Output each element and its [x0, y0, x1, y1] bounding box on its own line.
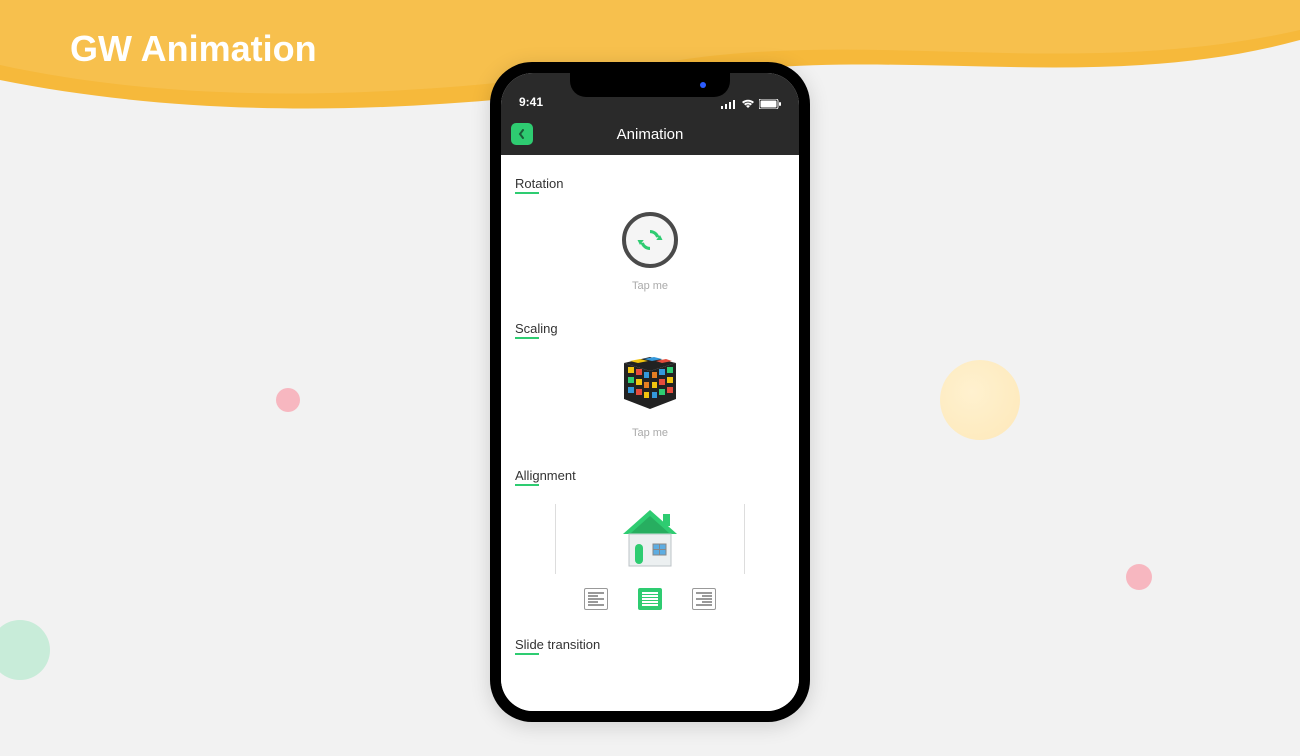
status-icons	[721, 99, 781, 109]
nav-title: Animation	[617, 126, 684, 143]
align-center-button[interactable]	[638, 588, 662, 610]
align-left-button[interactable]	[584, 588, 608, 610]
decor-circle	[0, 620, 50, 680]
rotation-demo: Tap me	[515, 212, 785, 292]
phone-screen: 9:41 Animation Rotation	[501, 73, 799, 711]
align-right-button[interactable]	[692, 588, 716, 610]
rotation-tap-label: Tap me	[632, 280, 668, 292]
section-title-slide: Slide transition	[515, 637, 600, 655]
house-icon	[615, 508, 685, 570]
back-button[interactable]	[511, 123, 533, 145]
chevron-left-icon	[517, 129, 527, 139]
decor-circle	[1126, 564, 1152, 590]
alignment-preview	[555, 504, 745, 574]
decor-circle	[940, 360, 1020, 440]
section-title-rotation: Rotation	[515, 176, 563, 194]
alignment-controls	[515, 588, 785, 610]
signal-icon	[721, 99, 737, 109]
status-time: 9:41	[519, 95, 543, 109]
page-title: GW Animation	[70, 28, 317, 70]
nav-bar: Animation	[501, 113, 799, 155]
scaling-button[interactable]	[618, 357, 682, 415]
wifi-icon	[741, 99, 755, 109]
rubiks-cube-icon	[618, 357, 682, 415]
content-scroll[interactable]: Rotation Tap me Scaling	[501, 155, 799, 711]
section-title-scaling: Scaling	[515, 321, 558, 339]
section-title-alignment: Allignment	[515, 468, 576, 486]
refresh-icon	[635, 225, 665, 255]
scaling-demo: Tap me	[515, 357, 785, 439]
phone-frame: 9:41 Animation Rotation	[490, 62, 810, 722]
decor-circle	[276, 388, 300, 412]
scaling-tap-label: Tap me	[632, 427, 668, 439]
rotation-button[interactable]	[622, 212, 678, 268]
battery-icon	[759, 99, 781, 109]
phone-notch	[570, 73, 730, 97]
